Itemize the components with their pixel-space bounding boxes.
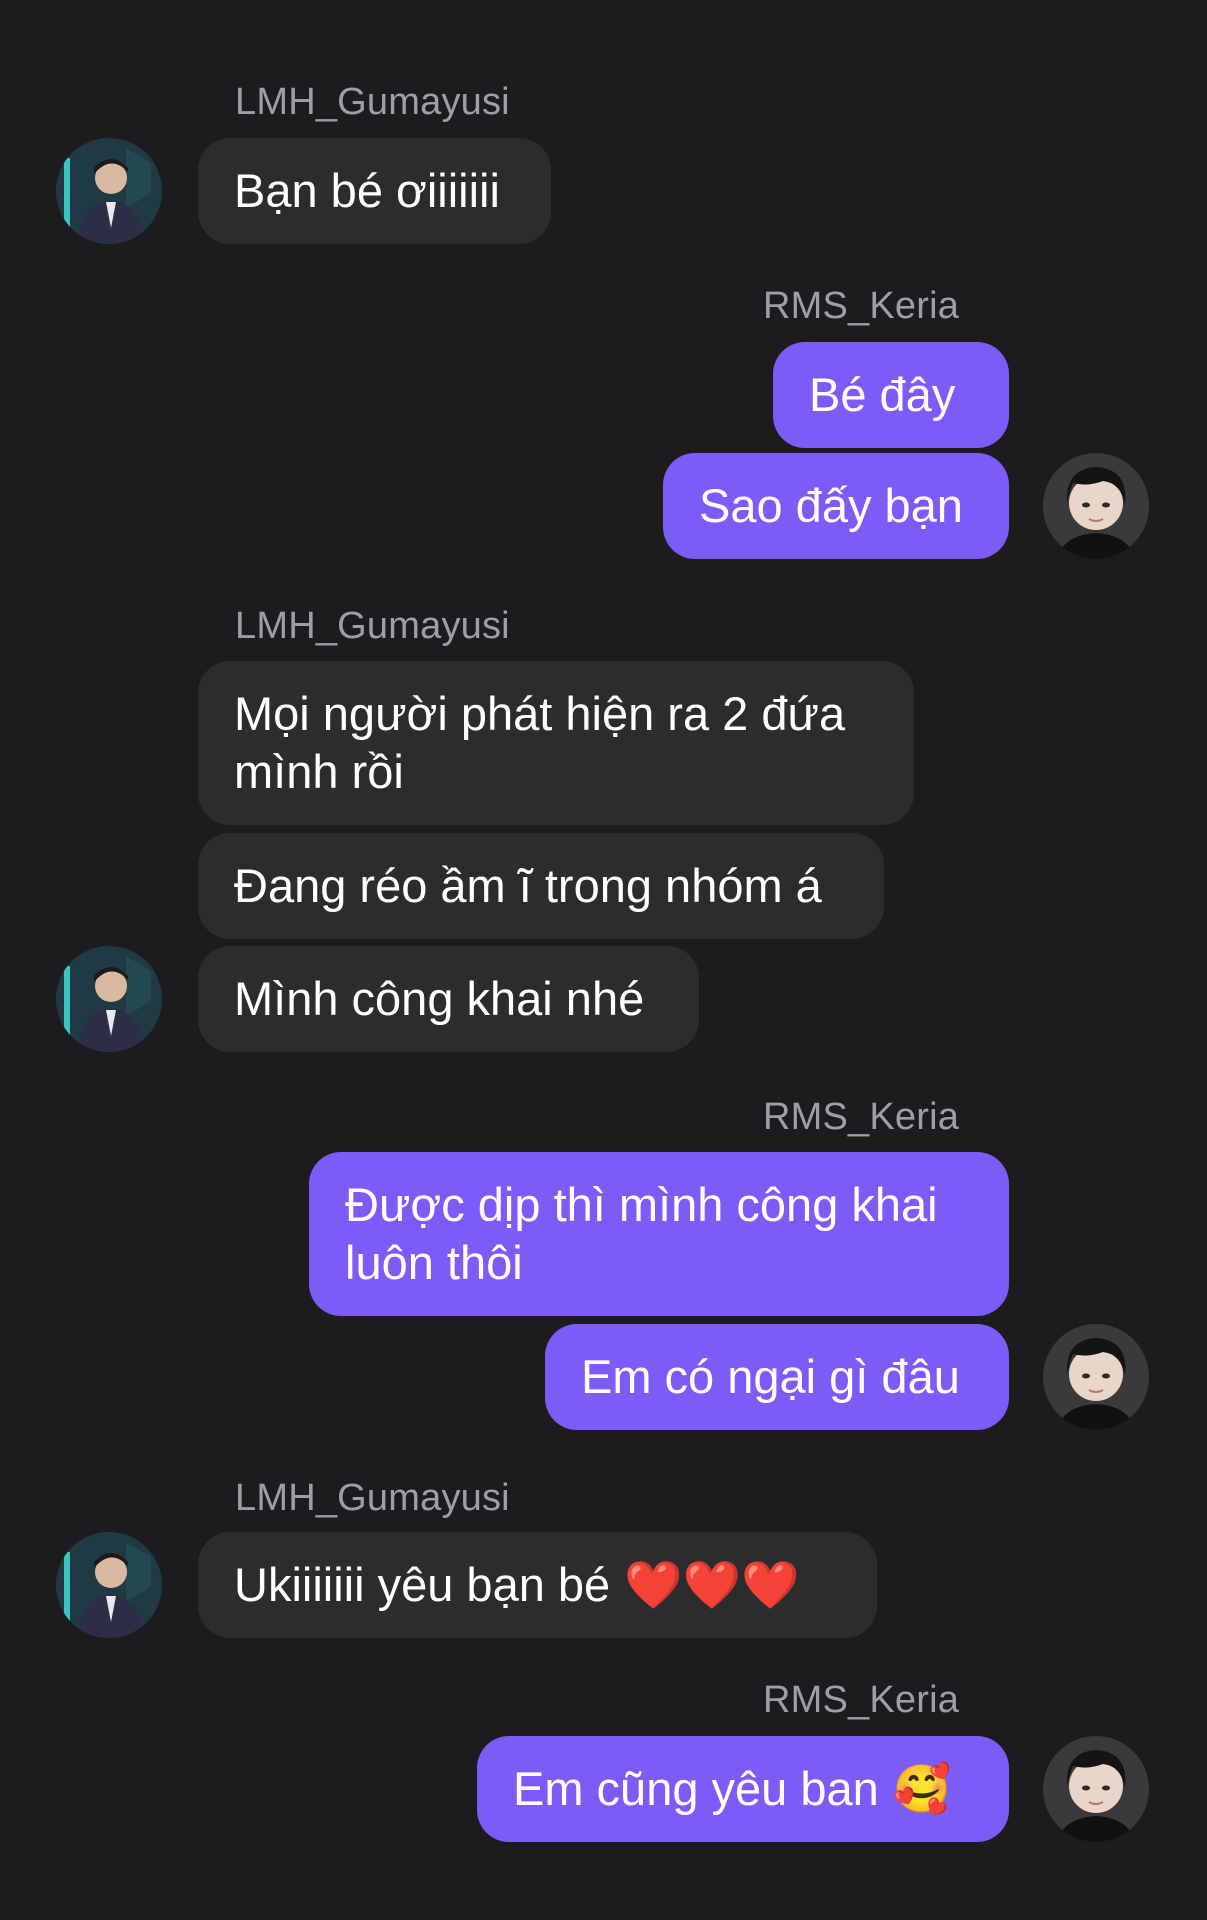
message-text: Mọi người phát hiện ra 2 đứa mình rồi	[234, 687, 846, 798]
sender-name-keria: RMS_Keria	[763, 1679, 960, 1721]
message-bubble[interactable]: Mọi người phát hiện ra 2 đứa mình rồi	[198, 661, 914, 825]
sender-name-gumayusi: LMH_Gumayusi	[235, 1477, 510, 1519]
message-text: Bạn bé ơiiiiiii	[234, 164, 500, 217]
message-text: Sao đấy bạn	[699, 479, 963, 532]
user-avatar-icon	[56, 138, 162, 244]
avatar-gumayusi[interactable]	[56, 138, 162, 244]
message-bubble[interactable]: Em cũng yêu ban 🥰	[477, 1736, 1009, 1842]
user-avatar-icon	[1043, 1324, 1149, 1430]
message-bubble[interactable]: Ukiiiiiii yêu bạn bé ❤️❤️❤️	[198, 1532, 877, 1638]
sender-name-gumayusi: LMH_Gumayusi	[235, 605, 510, 647]
message-text: Ukiiiiiii yêu bạn bé	[234, 1558, 611, 1611]
message-text: Mình công khai nhé	[234, 972, 645, 1025]
avatar-keria[interactable]	[1043, 1324, 1149, 1430]
avatar-gumayusi[interactable]	[56, 946, 162, 1052]
message-bubble[interactable]: Sao đấy bạn	[663, 453, 1009, 559]
message-text: Đang réo ầm ĩ trong nhóm á	[234, 859, 822, 912]
user-avatar-icon	[56, 946, 162, 1052]
message-bubble[interactable]: Bé đây	[773, 342, 1009, 448]
message-text: Em có ngại gì đâu	[581, 1350, 960, 1403]
message-bubble[interactable]: Đang réo ầm ĩ trong nhóm á	[198, 833, 884, 939]
avatar-gumayusi[interactable]	[56, 1532, 162, 1638]
user-avatar-icon	[1043, 453, 1149, 559]
message-bubble[interactable]: Được dịp thì mình công khai luôn thôi	[309, 1152, 1009, 1316]
avatar-keria[interactable]	[1043, 1736, 1149, 1842]
user-avatar-icon	[56, 1532, 162, 1638]
sender-name-keria: RMS_Keria	[763, 285, 960, 327]
message-text: Được dịp thì mình công khai luôn thôi	[345, 1178, 938, 1289]
message-text: Bé đây	[809, 368, 956, 421]
heart-emoji-icon: ❤️❤️❤️	[624, 1558, 800, 1611]
message-text: Em cũng yêu ban	[513, 1762, 879, 1815]
user-avatar-icon	[1043, 1736, 1149, 1842]
avatar-keria[interactable]	[1043, 453, 1149, 559]
message-bubble[interactable]: Mình công khai nhé	[198, 946, 699, 1052]
sender-name-keria: RMS_Keria	[763, 1096, 960, 1138]
message-bubble[interactable]: Bạn bé ơiiiiiii	[198, 138, 551, 244]
chat-thread: LMH_Gumayusi Bạn bé ơiiiiiii RMS_Keria B…	[0, 0, 1207, 1920]
sender-name-gumayusi: LMH_Gumayusi	[235, 81, 510, 123]
message-bubble[interactable]: Em có ngại gì đâu	[545, 1324, 1009, 1430]
smiling-hearts-emoji-icon: 🥰	[892, 1762, 952, 1815]
